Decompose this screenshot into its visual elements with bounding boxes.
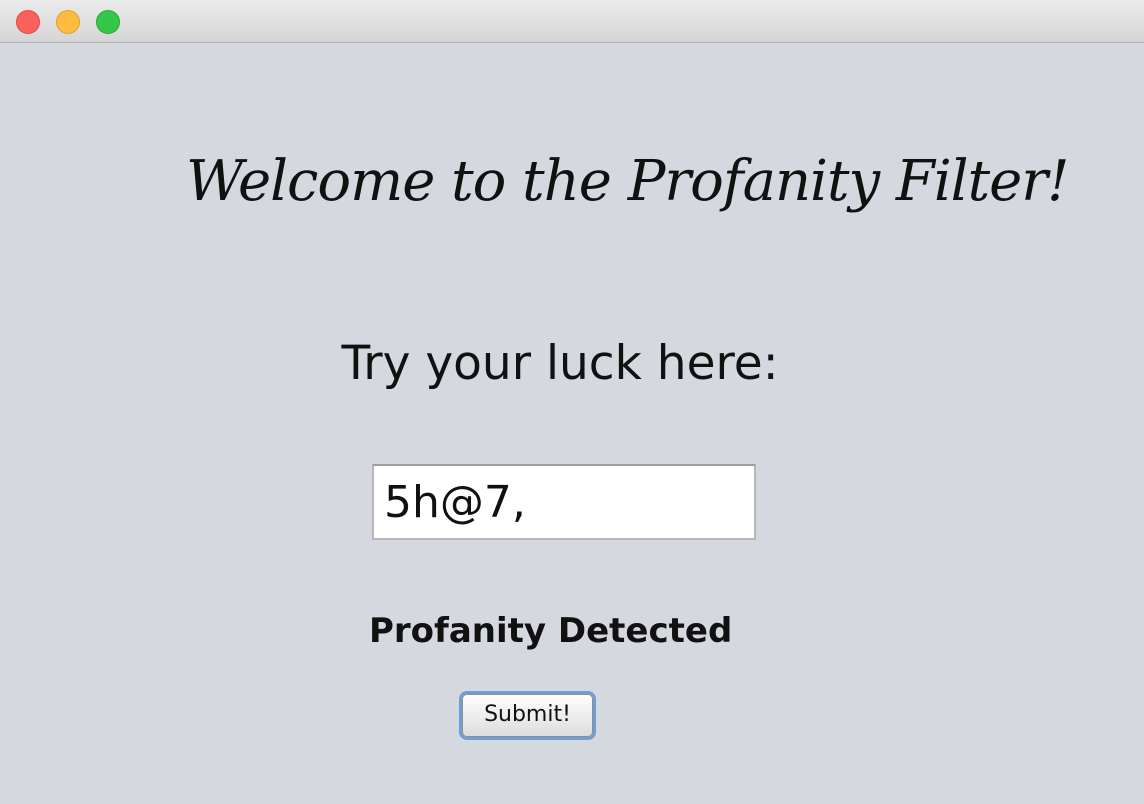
minimize-icon[interactable] (56, 10, 80, 34)
status-label: Profanity Detected (369, 611, 733, 651)
prompt-label: Try your luck here: (341, 336, 779, 391)
close-icon[interactable] (16, 10, 40, 34)
submit-button[interactable]: Submit! (459, 691, 596, 740)
welcome-heading: Welcome to the Profanity Filter! (186, 149, 1069, 214)
zoom-icon[interactable] (96, 10, 120, 34)
app-window: Welcome to the Profanity Filter! Try you… (0, 0, 1144, 804)
title-bar[interactable] (0, 0, 1144, 43)
profanity-input[interactable] (372, 464, 756, 540)
